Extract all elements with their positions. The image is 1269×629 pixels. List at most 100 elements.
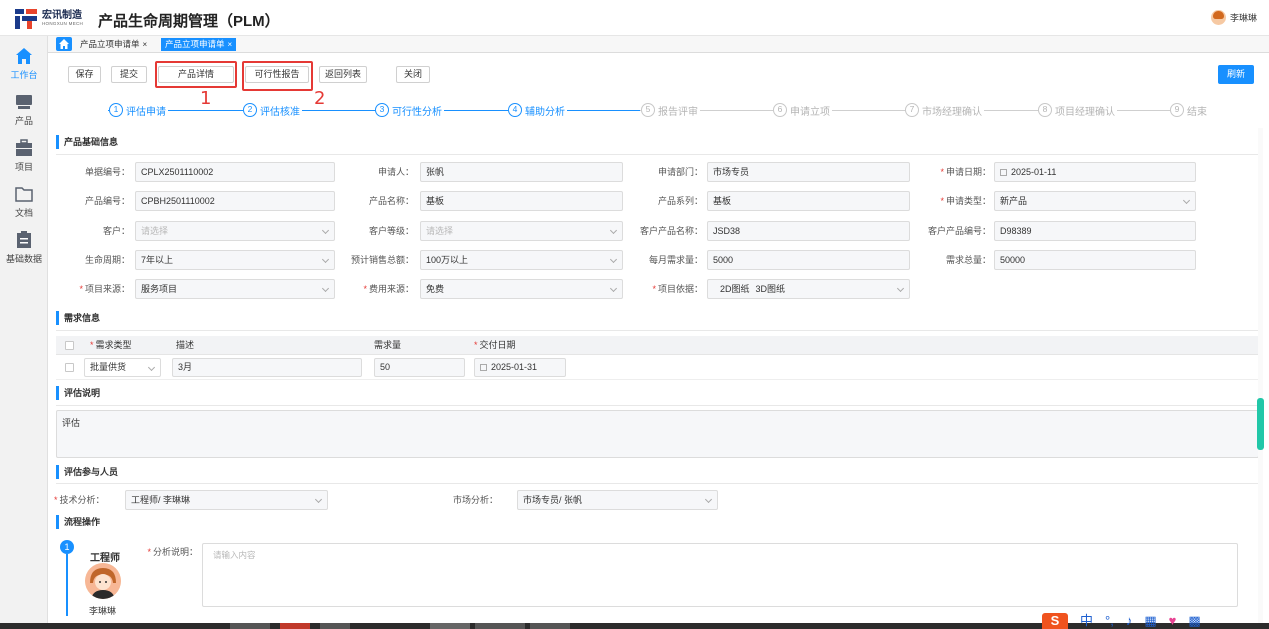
user-name[interactable]: 李琳琳: [1230, 11, 1257, 24]
sidebar-item-document[interactable]: 文档: [0, 180, 48, 224]
close-icon[interactable]: ×: [143, 40, 148, 49]
applicant-field[interactable]: 张帆: [420, 162, 623, 182]
tech-analysis-select[interactable]: 工程师/ 李琳琳: [125, 490, 328, 510]
tab-product-application-2[interactable]: 产品立项申请单 ×: [161, 38, 237, 51]
tab-product-application-1[interactable]: 产品立项申请单 ×: [76, 38, 151, 51]
chevron-down-icon: [321, 226, 330, 235]
vertical-scrollbar[interactable]: [1258, 128, 1263, 623]
ime-punctuation-icon[interactable]: °,: [1105, 613, 1114, 629]
basis-tag: 2D图纸: [720, 284, 750, 294]
flow-person-name: 李琳琳: [89, 606, 117, 616]
customer-level-select[interactable]: 请选择: [420, 221, 623, 241]
label-lifecycle: 生命周期：: [84, 255, 130, 265]
close-icon[interactable]: ×: [228, 40, 233, 49]
ime-mic-icon[interactable]: ♪: [1126, 613, 1133, 629]
row-checkbox[interactable]: [65, 363, 74, 372]
section-title-basic: 产品基础信息: [56, 135, 118, 149]
sidebar-item-label: 产品: [14, 116, 33, 126]
label-cust-product-no: 客户产品编号：: [927, 226, 991, 236]
scrollbar-thumb[interactable]: [1257, 398, 1264, 450]
chevron-down-icon: [609, 226, 618, 235]
sales-total-select[interactable]: 100万以上: [420, 250, 623, 270]
highlight-box-2: [242, 61, 313, 91]
market-analysis-select[interactable]: 市场专员/ 张帆: [517, 490, 718, 510]
label-customer: 客户：: [102, 226, 130, 236]
doc-no-field[interactable]: CPLX2501110002: [135, 162, 335, 182]
monthly-demand-field[interactable]: 5000: [707, 250, 910, 270]
product-name-field[interactable]: 基板: [420, 191, 623, 211]
sidebar-item-basedata[interactable]: 基础数据: [0, 226, 48, 270]
section-title-evaluation: 评估说明: [56, 386, 100, 400]
chevron-down-icon: [704, 495, 713, 504]
step-6: 6 申请立项: [773, 102, 832, 118]
chevron-down-icon: [321, 284, 330, 293]
evaluation-textarea[interactable]: 评估: [56, 410, 1259, 458]
home-tab-button[interactable]: [56, 37, 72, 51]
apply-type-select[interactable]: 新产品: [994, 191, 1196, 211]
taskbar-item[interactable]: [320, 623, 350, 629]
delivery-date-picker[interactable]: 2025-01-31: [474, 358, 566, 377]
demand-type-select[interactable]: 批量供货: [84, 358, 161, 377]
product-icon: [15, 93, 33, 111]
divider: [56, 483, 1259, 484]
ime-skin-icon[interactable]: ♥: [1169, 613, 1177, 629]
desc-field[interactable]: 3月: [172, 358, 362, 377]
label-product-series: 产品系列：: [657, 196, 703, 206]
step-9: 9 结束: [1170, 102, 1209, 118]
sogou-ime-icon[interactable]: S: [1042, 613, 1068, 629]
step-4: 4 辅助分析: [508, 102, 567, 118]
apply-date-picker[interactable]: 2025-01-11: [994, 162, 1196, 182]
close-button[interactable]: 关闭: [396, 66, 430, 83]
product-no-field[interactable]: CPBH2501110002: [135, 191, 335, 211]
cust-product-no-field[interactable]: D98389: [994, 221, 1196, 241]
total-demand-field[interactable]: 50000: [994, 250, 1196, 270]
save-button[interactable]: 保存: [68, 66, 101, 83]
ime-toolbar[interactable]: S 中 °, ♪ ▦ ♥ ▩: [1042, 611, 1201, 629]
taskbar-item[interactable]: [230, 623, 270, 629]
refresh-button[interactable]: 刷新: [1218, 65, 1254, 84]
ime-grid-icon[interactable]: ▩: [1188, 613, 1200, 629]
sidebar-item-label: 基础数据: [5, 254, 42, 264]
brand-cn: 宏讯制造: [42, 10, 82, 21]
dept-field[interactable]: 市场专员: [707, 162, 910, 182]
lifecycle-select[interactable]: 7年以上: [135, 250, 335, 270]
col-demand-type: * 需求类型: [90, 340, 132, 350]
label-monthly-demand: 每月需求量：: [648, 255, 703, 265]
action-toolbar: 保存 提交 产品详情 可行性报告 返回列表 关闭 刷新 1 2: [48, 54, 1269, 108]
project-basis-select[interactable]: 2D图纸 3D图纸: [707, 279, 910, 299]
taskbar-item[interactable]: [475, 623, 525, 629]
user-menu[interactable]: 李琳琳: [1210, 10, 1257, 25]
form-content: 产品基础信息 单据编号： CPLX2501110002 申请人： 张帆 申请部门…: [48, 126, 1269, 629]
chevron-down-icon: [609, 255, 618, 264]
ime-language[interactable]: 中: [1080, 613, 1093, 629]
fee-source-select[interactable]: 免费: [420, 279, 623, 299]
qty-field[interactable]: 50: [374, 358, 465, 377]
section-title-flow: 流程操作: [56, 515, 100, 529]
section-title-participants: 评估参与人员: [56, 465, 118, 479]
analysis-textarea[interactable]: 请输入内容: [202, 543, 1238, 607]
chevron-down-icon: [321, 255, 330, 264]
calendar-icon: [480, 364, 487, 371]
customer-select[interactable]: 请选择: [135, 221, 335, 241]
label-project-basis: * 项目依据：: [652, 284, 703, 294]
basis-tag: 3D图纸: [755, 284, 786, 294]
brand-name: 宏讯制造 HONGXUN MECH: [42, 10, 90, 27]
taskbar-item[interactable]: [530, 623, 570, 629]
sidebar-item-product[interactable]: 产品: [0, 88, 48, 132]
chevron-down-icon: [1182, 196, 1191, 205]
taskbar-item[interactable]: [430, 623, 470, 629]
product-series-field[interactable]: 基板: [707, 191, 910, 211]
sidebar-item-project[interactable]: 项目: [0, 134, 48, 178]
ime-keyboard-icon[interactable]: ▦: [1144, 613, 1156, 629]
user-avatar-icon[interactable]: [1210, 10, 1226, 25]
submit-button[interactable]: 提交: [111, 66, 147, 83]
demand-table-header: * 需求类型 描述 需求量 * 交付日期: [56, 336, 1259, 355]
label-customer-level: 客户等级：: [368, 226, 414, 236]
select-all-checkbox[interactable]: [65, 341, 74, 350]
tab-bar: 产品立项申请单 × 产品立项申请单 ×: [48, 36, 1269, 53]
taskbar-item[interactable]: [280, 623, 310, 629]
sidebar-item-workbench[interactable]: 工作台: [0, 42, 48, 86]
back-to-list-button[interactable]: 返回列表: [319, 66, 367, 83]
cust-product-name-field[interactable]: JSD38: [707, 221, 910, 241]
project-source-select[interactable]: 服务项目: [135, 279, 335, 299]
